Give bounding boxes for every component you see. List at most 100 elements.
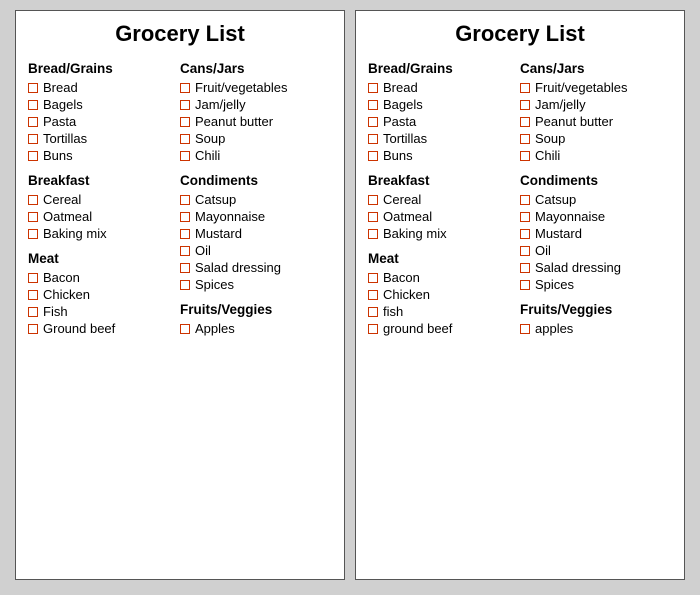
checkbox-icon[interactable]: [28, 229, 38, 239]
checkbox-icon[interactable]: [180, 229, 190, 239]
checkbox-icon[interactable]: [520, 263, 530, 273]
checkbox-icon[interactable]: [520, 117, 530, 127]
checkbox-icon[interactable]: [180, 212, 190, 222]
list-item[interactable]: Chili: [180, 148, 328, 163]
checkbox-icon[interactable]: [368, 307, 378, 317]
checkbox-icon[interactable]: [28, 83, 38, 93]
checkbox-icon[interactable]: [368, 229, 378, 239]
list-item[interactable]: Bacon: [368, 270, 516, 285]
checkbox-icon[interactable]: [520, 229, 530, 239]
checkbox-icon[interactable]: [368, 195, 378, 205]
item-label: Baking mix: [43, 226, 107, 241]
checkbox-icon[interactable]: [368, 100, 378, 110]
list-item[interactable]: Mustard: [520, 226, 668, 241]
checkbox-icon[interactable]: [180, 117, 190, 127]
list-item[interactable]: Tortillas: [368, 131, 516, 146]
list-item[interactable]: Catsup: [520, 192, 668, 207]
list-item[interactable]: Spices: [520, 277, 668, 292]
list-item[interactable]: Salad dressing: [520, 260, 668, 275]
checkbox-icon[interactable]: [368, 117, 378, 127]
list-item[interactable]: Peanut butter: [180, 114, 328, 129]
checkbox-icon[interactable]: [520, 195, 530, 205]
checkbox-icon[interactable]: [28, 324, 38, 334]
checkbox-icon[interactable]: [180, 280, 190, 290]
checkbox-icon[interactable]: [368, 324, 378, 334]
list-item[interactable]: Oatmeal: [368, 209, 516, 224]
checkbox-icon[interactable]: [28, 290, 38, 300]
list-item[interactable]: Mayonnaise: [180, 209, 328, 224]
checkbox-icon[interactable]: [520, 134, 530, 144]
checkbox-icon[interactable]: [368, 83, 378, 93]
list-item[interactable]: Bagels: [368, 97, 516, 112]
checkbox-icon[interactable]: [28, 134, 38, 144]
checkbox-icon[interactable]: [520, 100, 530, 110]
list-item[interactable]: Buns: [28, 148, 176, 163]
checkbox-icon[interactable]: [180, 195, 190, 205]
list-item[interactable]: Apples: [180, 321, 328, 336]
checkbox-icon[interactable]: [180, 324, 190, 334]
list-item[interactable]: Soup: [520, 131, 668, 146]
checkbox-icon[interactable]: [28, 100, 38, 110]
checkbox-icon[interactable]: [368, 151, 378, 161]
list-item[interactable]: Chili: [520, 148, 668, 163]
checkbox-icon[interactable]: [520, 151, 530, 161]
checkbox-icon[interactable]: [368, 134, 378, 144]
list-item[interactable]: Baking mix: [368, 226, 516, 241]
checkbox-icon[interactable]: [520, 246, 530, 256]
checkbox-icon[interactable]: [180, 246, 190, 256]
checkbox-icon[interactable]: [28, 195, 38, 205]
item-label: Bagels: [43, 97, 83, 112]
list-item[interactable]: fish: [368, 304, 516, 319]
checkbox-icon[interactable]: [180, 134, 190, 144]
checkbox-icon[interactable]: [28, 273, 38, 283]
list-item[interactable]: Cereal: [368, 192, 516, 207]
list-item[interactable]: Salad dressing: [180, 260, 328, 275]
list-item[interactable]: Catsup: [180, 192, 328, 207]
checkbox-icon[interactable]: [180, 83, 190, 93]
list-item[interactable]: Bread: [28, 80, 176, 95]
list-item[interactable]: Oatmeal: [28, 209, 176, 224]
list-item[interactable]: Fish: [28, 304, 176, 319]
list-item[interactable]: Bacon: [28, 270, 176, 285]
list-item[interactable]: ground beef: [368, 321, 516, 336]
list-item[interactable]: Buns: [368, 148, 516, 163]
checkbox-icon[interactable]: [180, 263, 190, 273]
list-item[interactable]: Bagels: [28, 97, 176, 112]
list-item[interactable]: Ground beef: [28, 321, 176, 336]
checkbox-icon[interactable]: [180, 100, 190, 110]
list-item[interactable]: Pasta: [368, 114, 516, 129]
list-item[interactable]: Jam/jelly: [520, 97, 668, 112]
checkbox-icon[interactable]: [28, 151, 38, 161]
list-item[interactable]: Cereal: [28, 192, 176, 207]
list-item[interactable]: Spices: [180, 277, 328, 292]
checkbox-icon[interactable]: [368, 290, 378, 300]
checkbox-icon[interactable]: [180, 151, 190, 161]
list-item[interactable]: apples: [520, 321, 668, 336]
list-item[interactable]: Oil: [180, 243, 328, 258]
list-item[interactable]: Pasta: [28, 114, 176, 129]
list-item[interactable]: Mustard: [180, 226, 328, 241]
checkbox-icon[interactable]: [28, 212, 38, 222]
checkbox-icon[interactable]: [520, 324, 530, 334]
list-item[interactable]: Chicken: [368, 287, 516, 302]
checkbox-icon[interactable]: [28, 307, 38, 317]
list-item[interactable]: Soup: [180, 131, 328, 146]
checkbox-icon[interactable]: [520, 212, 530, 222]
list-item[interactable]: Fruit/vegetables: [520, 80, 668, 95]
checkbox-icon[interactable]: [368, 273, 378, 283]
list-item[interactable]: Oil: [520, 243, 668, 258]
list-item[interactable]: Jam/jelly: [180, 97, 328, 112]
checkbox-icon[interactable]: [368, 212, 378, 222]
list-item[interactable]: Tortillas: [28, 131, 176, 146]
checkbox-icon[interactable]: [28, 117, 38, 127]
list-item[interactable]: Baking mix: [28, 226, 176, 241]
section-header: Breakfast: [28, 173, 176, 188]
list-item[interactable]: Mayonnaise: [520, 209, 668, 224]
checkbox-icon[interactable]: [520, 83, 530, 93]
list-item[interactable]: Peanut butter: [520, 114, 668, 129]
checkbox-icon[interactable]: [520, 280, 530, 290]
list-item[interactable]: Bread: [368, 80, 516, 95]
item-label: Bacon: [43, 270, 80, 285]
list-item[interactable]: Fruit/vegetables: [180, 80, 328, 95]
list-item[interactable]: Chicken: [28, 287, 176, 302]
